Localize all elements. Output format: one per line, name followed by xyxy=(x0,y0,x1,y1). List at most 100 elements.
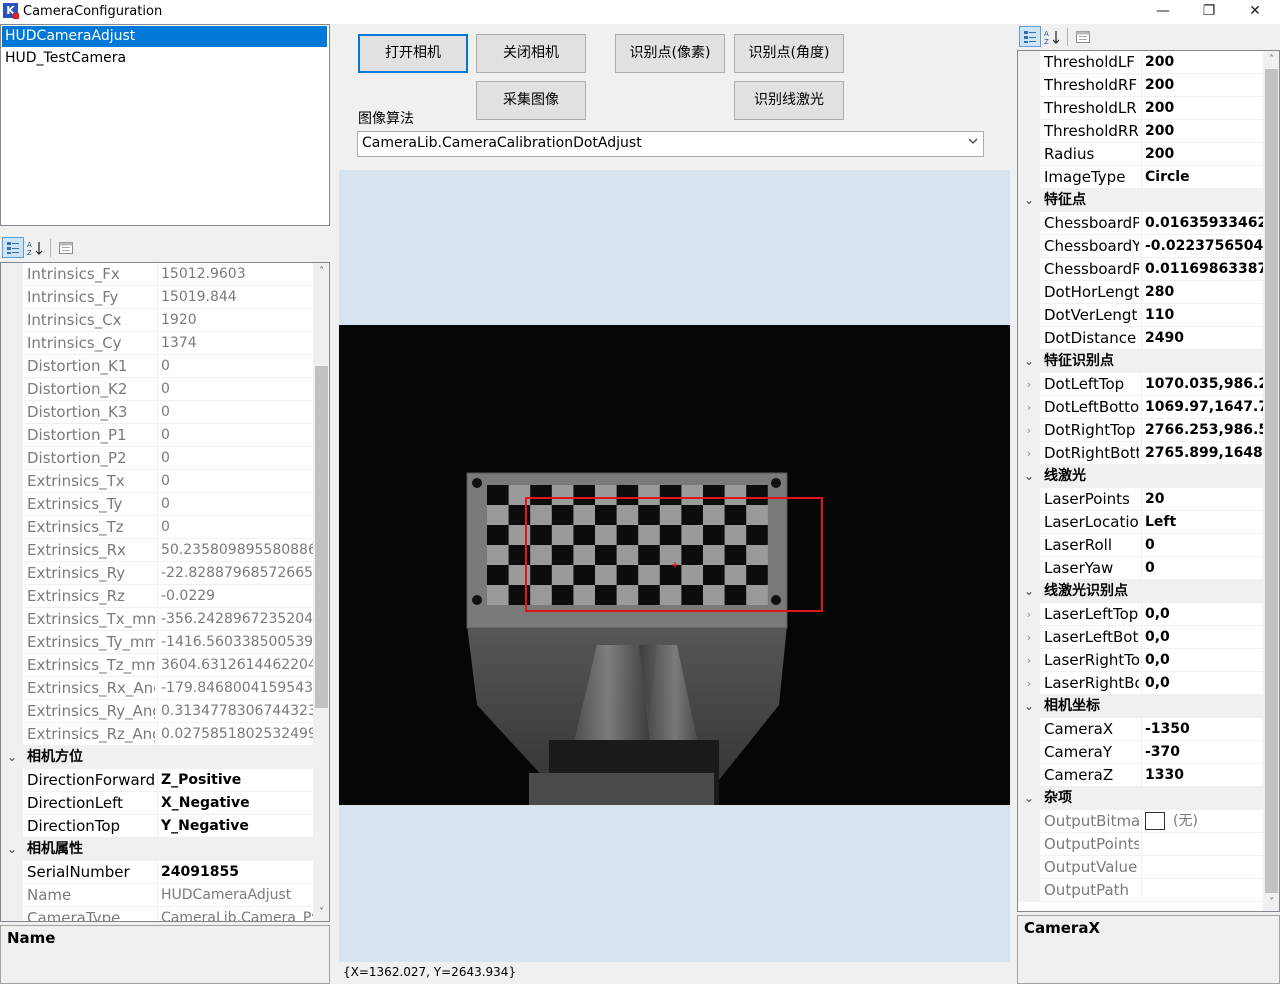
minimize-button[interactable]: — xyxy=(1140,0,1186,24)
property-row[interactable]: Intrinsics_Cx 1920 xyxy=(1,309,314,332)
property-value[interactable]: 15012.9603 xyxy=(157,263,314,286)
alphabetical-sort-icon[interactable]: AZ xyxy=(25,237,47,258)
algorithm-select[interactable]: CameraLib.CameraCalibrationDotAdjust xyxy=(357,131,984,157)
scroll-up-icon[interactable]: ˄ xyxy=(1263,51,1279,68)
property-row[interactable]: OutputPoints xyxy=(1018,833,1263,856)
detect-laser-button[interactable]: 识别线激光 xyxy=(734,81,844,120)
property-category[interactable]: ⌄ 相机方位 xyxy=(1,746,314,769)
property-value[interactable]: 110 xyxy=(1141,304,1263,327)
maximize-button[interactable]: ❐ xyxy=(1186,0,1232,24)
property-value[interactable]: Left xyxy=(1141,511,1263,534)
property-value[interactable]: X_Negative xyxy=(157,792,314,815)
property-value[interactable]: (无) xyxy=(1141,810,1263,833)
property-row[interactable]: Distortion_K2 0 xyxy=(1,378,314,401)
collapse-chevron-icon[interactable]: ⌄ xyxy=(1,838,23,861)
property-value[interactable]: 24091855 xyxy=(157,861,314,884)
property-value[interactable]: 280 xyxy=(1141,281,1263,304)
property-value[interactable]: -0.0229 xyxy=(157,585,314,608)
property-value[interactable]: 1374 xyxy=(157,332,314,355)
right-grid-scrollbar[interactable]: ˄ ˅ xyxy=(1263,51,1279,911)
property-value[interactable]: HUDCameraAdjust xyxy=(157,884,314,907)
property-row[interactable]: DirectionTop Y_Negative xyxy=(1,815,314,838)
property-row[interactable]: ThresholdRF 200 xyxy=(1018,74,1263,97)
scroll-down-icon[interactable]: ˅ xyxy=(313,904,329,921)
capture-image-button[interactable]: 采集图像 xyxy=(476,81,586,120)
property-value[interactable]: -1350 xyxy=(1141,718,1263,741)
property-value[interactable]: 200 xyxy=(1141,97,1263,120)
property-value[interactable]: 1920 xyxy=(157,309,314,332)
property-value[interactable]: 200 xyxy=(1141,143,1263,166)
property-row[interactable]: Distortion_K3 0 xyxy=(1,401,314,424)
scroll-up-icon[interactable]: ˄ xyxy=(313,263,329,280)
property-value[interactable]: -22.828879685726655 xyxy=(157,562,314,585)
property-row[interactable]: Extrinsics_Tz 0 xyxy=(1,516,314,539)
open-camera-button[interactable]: 打开相机 xyxy=(358,34,468,73)
property-value[interactable]: 0,0 xyxy=(1141,603,1263,626)
expand-chevron-icon[interactable]: › xyxy=(1018,626,1040,649)
scroll-down-icon[interactable]: ˅ xyxy=(1263,894,1279,911)
property-value[interactable]: 0,0 xyxy=(1141,626,1263,649)
expand-chevron-icon[interactable]: › xyxy=(1018,649,1040,672)
property-value[interactable]: 2490 xyxy=(1141,327,1263,350)
chevron-down-icon[interactable] xyxy=(967,135,979,150)
property-value[interactable]: 1069.97,1647.73 xyxy=(1141,396,1263,419)
property-row[interactable]: Distortion_K1 0 xyxy=(1,355,314,378)
property-value[interactable]: Z_Positive xyxy=(157,769,314,792)
property-row[interactable]: OutputPath xyxy=(1018,879,1263,902)
property-row[interactable]: ChessboardY -0.02237565042 xyxy=(1018,235,1263,258)
property-pages-icon[interactable] xyxy=(55,237,77,258)
detect-points-angle-button[interactable]: 识别点(角度) xyxy=(734,34,844,73)
collapse-chevron-icon[interactable]: ⌄ xyxy=(1018,189,1040,212)
categorized-view-icon[interactable] xyxy=(2,237,24,258)
property-row[interactable]: ›DotRightBott 2765.899,1648.3 xyxy=(1018,442,1263,465)
property-value[interactable]: -1416.5603385005391 xyxy=(157,631,314,654)
property-value[interactable]: CameraLib.Camera_Pyl xyxy=(157,907,314,921)
collapse-chevron-icon[interactable]: ⌄ xyxy=(1018,350,1040,373)
property-category[interactable]: ⌄ 相机属性 xyxy=(1,838,314,861)
property-category[interactable]: ⌄ 特征点 xyxy=(1018,189,1263,212)
categorized-view-icon[interactable] xyxy=(1019,26,1041,47)
property-value[interactable]: 0 xyxy=(157,401,314,424)
scrollbar-thumb[interactable] xyxy=(1265,69,1278,893)
property-value[interactable]: -179.84680041595436 xyxy=(157,677,314,700)
property-value[interactable]: 50.235809895580886 xyxy=(157,539,314,562)
property-value[interactable]: 0 xyxy=(157,355,314,378)
left-grid-scrollbar[interactable]: ˄ ˅ xyxy=(313,263,329,921)
collapse-chevron-icon[interactable]: ⌄ xyxy=(1018,787,1040,810)
property-value[interactable]: 0.3134778306744323 xyxy=(157,700,314,723)
property-row[interactable]: ChessboardP 0.0163593346236 xyxy=(1018,212,1263,235)
camera-image[interactable] xyxy=(339,325,1010,805)
property-value[interactable]: 0 xyxy=(157,378,314,401)
property-row[interactable]: Extrinsics_Rz_Ang 0.027585180253249904 xyxy=(1,723,314,746)
property-row[interactable]: Extrinsics_Rx_Ang -179.84680041595436 xyxy=(1,677,314,700)
property-row[interactable]: › LaserRightBo 0,0 xyxy=(1018,672,1263,695)
camera-list-item[interactable]: HUDCameraAdjust xyxy=(2,26,327,47)
property-row[interactable]: ChessboardR 0.0116986338794 xyxy=(1018,258,1263,281)
property-row[interactable]: CameraZ 1330 xyxy=(1018,764,1263,787)
property-value[interactable]: 0 xyxy=(157,470,314,493)
property-row[interactable]: DirectionForward Z_Positive xyxy=(1,769,314,792)
property-row[interactable]: Extrinsics_Rx 50.235809895580886 xyxy=(1,539,314,562)
property-row[interactable]: Extrinsics_Tx 0 xyxy=(1,470,314,493)
close-button[interactable]: ✕ xyxy=(1232,0,1278,24)
property-value[interactable]: 0 xyxy=(157,424,314,447)
property-value[interactable]: -370 xyxy=(1141,741,1263,764)
scrollbar-thumb[interactable] xyxy=(315,366,328,708)
property-value[interactable]: 0 xyxy=(157,447,314,470)
property-value[interactable]: 2766.253,986.55 xyxy=(1141,419,1263,442)
property-category[interactable]: ⌄ 杂项 xyxy=(1018,787,1263,810)
property-row[interactable]: OutputBitmap (无) xyxy=(1018,810,1263,833)
collapse-chevron-icon[interactable]: ⌄ xyxy=(1018,465,1040,488)
expand-chevron-icon[interactable]: › xyxy=(1018,396,1040,419)
property-value[interactable]: 3604.6312614462204 xyxy=(157,654,314,677)
expand-chevron-icon[interactable]: › xyxy=(1018,373,1040,396)
property-value[interactable]: 0,0 xyxy=(1141,649,1263,672)
property-row[interactable]: Radius 200 xyxy=(1018,143,1263,166)
property-row[interactable]: ›DotLeftTop 1070.035,986.20 xyxy=(1018,373,1263,396)
property-value[interactable]: 200 xyxy=(1141,120,1263,143)
property-row[interactable]: DotDistance 2490 xyxy=(1018,327,1263,350)
property-value[interactable]: 0.027585180253249904 xyxy=(157,723,314,746)
property-value[interactable]: 200 xyxy=(1141,74,1263,97)
property-row[interactable]: Name HUDCameraAdjust xyxy=(1,884,314,907)
expand-chevron-icon[interactable]: › xyxy=(1018,419,1040,442)
